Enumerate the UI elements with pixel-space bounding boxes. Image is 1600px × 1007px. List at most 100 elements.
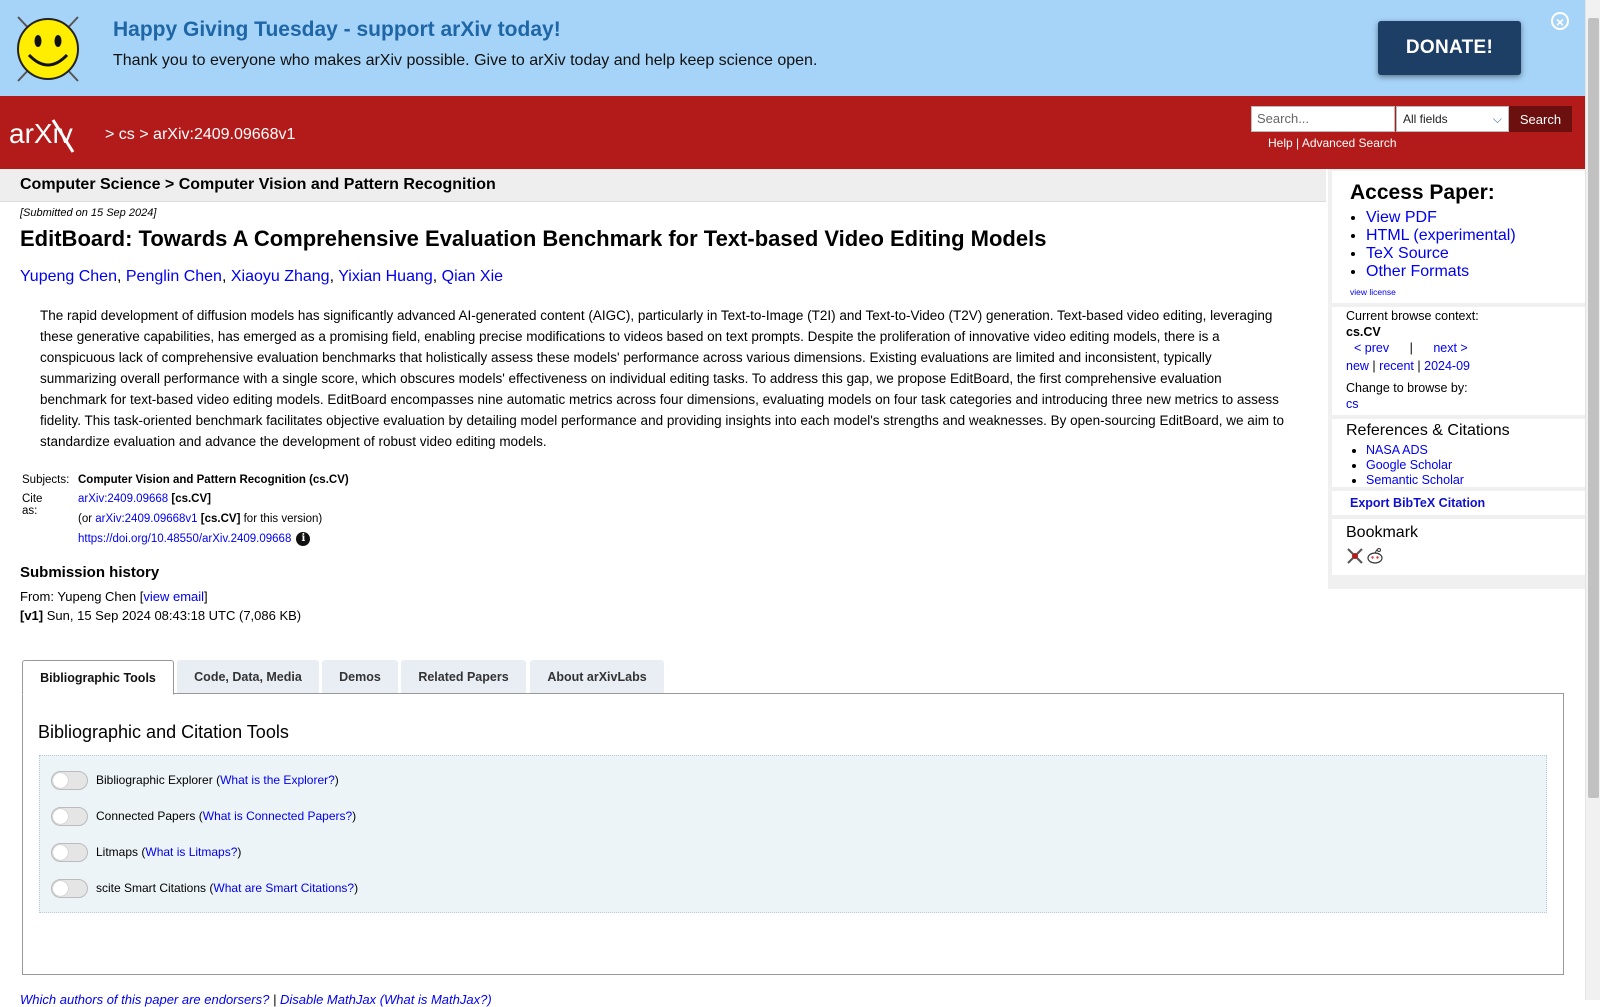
references-box: References & Citations NASA ADS Google S… xyxy=(1332,419,1585,487)
search-help-links: Help | Advanced Search xyxy=(1268,136,1397,150)
view-email-link[interactable]: view email xyxy=(143,589,204,604)
litmaps-toggle[interactable] xyxy=(51,842,88,862)
list-separator: | xyxy=(1372,359,1376,373)
view-license-link[interactable]: view license xyxy=(1350,287,1396,297)
google-scholar-link[interactable]: Google Scholar xyxy=(1366,458,1452,472)
references-title: References & Citations xyxy=(1346,422,1510,439)
browse-lists: new | recent | 2024-09 xyxy=(1346,359,1470,373)
export-bibtex-link[interactable]: Export BibTeX Citation xyxy=(1350,496,1485,510)
banner-text: Thank you to everyone who makes arXiv po… xyxy=(113,52,818,69)
author-link[interactable]: Xiaoyu Zhang xyxy=(231,268,330,285)
version-label: [v1] xyxy=(20,608,44,623)
subjects-label: Subjects: xyxy=(22,474,70,486)
advanced-search-link[interactable]: Advanced Search xyxy=(1302,136,1397,150)
tool-info-link[interactable]: What is Connected Papers? xyxy=(203,809,352,823)
access-paper-box: Access Paper: View PDF HTML (experimenta… xyxy=(1332,171,1585,303)
export-box: Export BibTeX Citation xyxy=(1332,491,1585,515)
site-header: arXiv > cs > arXiv:2409.09668v1 Search..… xyxy=(0,96,1585,169)
prev-link[interactable]: < prev xyxy=(1354,341,1389,355)
semantic-scholar-link[interactable]: Semantic Scholar xyxy=(1366,473,1464,487)
cite-category: [cs.CV] xyxy=(171,493,211,505)
doi-link[interactable]: https://doi.org/10.48550/arXiv.2409.0966… xyxy=(78,533,291,545)
breadcrumb: > cs > arXiv:2409.09668v1 xyxy=(105,126,295,144)
tool-info-link[interactable]: What is Litmaps? xyxy=(145,845,237,859)
bibsonomy-icon[interactable] xyxy=(1346,547,1364,565)
info-icon[interactable]: i xyxy=(296,532,311,546)
search-field-select[interactable]: All fields ⌵ xyxy=(1396,106,1509,132)
view-pdf-link[interactable]: View PDF xyxy=(1366,209,1437,226)
chevron-down-icon: ⌵ xyxy=(1492,112,1502,126)
tool-info-link[interactable]: What are Smart Citations? xyxy=(213,881,354,895)
from-suffix: ] xyxy=(204,589,208,604)
links-separator: | xyxy=(1296,136,1300,150)
next-link[interactable]: next > xyxy=(1433,341,1467,355)
close-icon[interactable]: × xyxy=(1551,12,1569,30)
search-input[interactable]: Search... xyxy=(1251,106,1395,132)
giving-banner: Happy Giving Tuesday - support arXiv tod… xyxy=(0,0,1585,96)
cite-version-link[interactable]: arXiv:2409.09668v1 xyxy=(95,513,197,525)
breadcrumb-paper-id: arXiv:2409.09668v1 xyxy=(153,126,296,143)
recent-link[interactable]: recent xyxy=(1379,359,1414,373)
scite-toggle[interactable] xyxy=(51,878,88,898)
tex-source-link[interactable]: TeX Source xyxy=(1366,245,1449,262)
right-sidebar: Access Paper: View PDF HTML (experimenta… xyxy=(1328,169,1585,589)
tab-related-papers[interactable]: Related Papers xyxy=(401,660,526,693)
tab-code-data-media[interactable]: Code, Data, Media xyxy=(177,660,319,693)
tool-row-scite: scite Smart Citations (What are Smart Ci… xyxy=(51,878,358,898)
submission-from: From: Yupeng Chen [view email] xyxy=(20,589,208,604)
tool-row-explorer: Bibliographic Explorer (What is the Expl… xyxy=(51,770,339,790)
cite-id-link[interactable]: arXiv:2409.09668 xyxy=(78,493,168,505)
subject-breadcrumb-bar: Computer Science > Computer Vision and P… xyxy=(0,169,1326,202)
arxiv-logo[interactable]: arXiv xyxy=(9,114,101,154)
smiley-icon xyxy=(17,16,79,82)
version-date: Sun, 15 Sep 2024 08:43:18 UTC (7,086 KB) xyxy=(46,608,302,623)
tool-label: scite Smart Citations xyxy=(96,881,207,895)
new-link[interactable]: new xyxy=(1346,359,1369,373)
author-link[interactable]: Yixian Huang xyxy=(338,268,433,285)
paper-title: EditBoard: Towards A Comprehensive Evalu… xyxy=(20,226,1047,251)
breadcrumb-cs[interactable]: cs xyxy=(119,126,135,143)
tab-about-arxivlabs[interactable]: About arXivLabs xyxy=(530,660,664,693)
tool-label: Litmaps xyxy=(96,845,139,859)
nasa-ads-link[interactable]: NASA ADS xyxy=(1366,443,1428,457)
page-scrollbar[interactable] xyxy=(1585,0,1600,1000)
bookmark-box: Bookmark xyxy=(1332,519,1585,575)
list-separator: | xyxy=(1417,359,1421,373)
version-entry: [v1] Sun, 15 Sep 2024 08:43:18 UTC (7,08… xyxy=(20,608,301,623)
subject-breadcrumb: Computer Science > Computer Vision and P… xyxy=(20,176,496,193)
help-link[interactable]: Help xyxy=(1268,136,1293,150)
author-link[interactable]: Yupeng Chen xyxy=(20,268,117,285)
author-link[interactable]: Penglin Chen xyxy=(126,268,222,285)
tool-label: Bibliographic Explorer xyxy=(96,773,213,787)
change-browse-label: Change to browse by: xyxy=(1346,381,1468,395)
reddit-icon[interactable] xyxy=(1366,547,1384,565)
banner-title: Happy Giving Tuesday - support arXiv tod… xyxy=(113,18,561,41)
search-field-value: All fields xyxy=(1403,112,1448,126)
tools-title: Bibliographic and Citation Tools xyxy=(38,722,289,742)
scrollbar-thumb[interactable] xyxy=(1588,18,1599,798)
tab-demos[interactable]: Demos xyxy=(322,660,398,693)
connected-papers-toggle[interactable] xyxy=(51,806,88,826)
nav-separator: | xyxy=(1409,341,1413,355)
abstract: The rapid development of diffusion model… xyxy=(40,308,1284,449)
tool-label: Connected Papers xyxy=(96,809,196,823)
donate-button[interactable]: DONATE! xyxy=(1378,21,1521,75)
month-link[interactable]: 2024-09 xyxy=(1424,359,1470,373)
browse-cs-link[interactable]: cs xyxy=(1346,397,1359,411)
html-link[interactable]: HTML (experimental) xyxy=(1366,227,1516,244)
search-button[interactable]: Search xyxy=(1509,106,1572,132)
browse-nav: < prev | next > xyxy=(1354,341,1468,355)
cite-for-version: for this version) xyxy=(243,513,323,525)
tool-row-litmaps: Litmaps (What is Litmaps?) xyxy=(51,842,241,862)
bookmark-title: Bookmark xyxy=(1346,524,1419,541)
tab-bibliographic-tools[interactable]: Bibliographic Tools xyxy=(22,660,174,695)
tab-panel: Bibliographic and Citation Tools Bibliog… xyxy=(22,693,1564,975)
other-formats-link[interactable]: Other Formats xyxy=(1366,263,1469,280)
author-link[interactable]: Qian Xie xyxy=(442,268,503,285)
from-prefix: From: Yupeng Chen [ xyxy=(20,589,144,604)
tool-row-connected-papers: Connected Papers (What is Connected Pape… xyxy=(51,806,356,826)
cite-or: (or xyxy=(78,513,93,525)
explorer-toggle[interactable] xyxy=(51,770,88,790)
tools-list: Bibliographic Explorer (What is the Expl… xyxy=(39,755,1547,913)
tool-info-link[interactable]: What is the Explorer? xyxy=(220,773,335,787)
